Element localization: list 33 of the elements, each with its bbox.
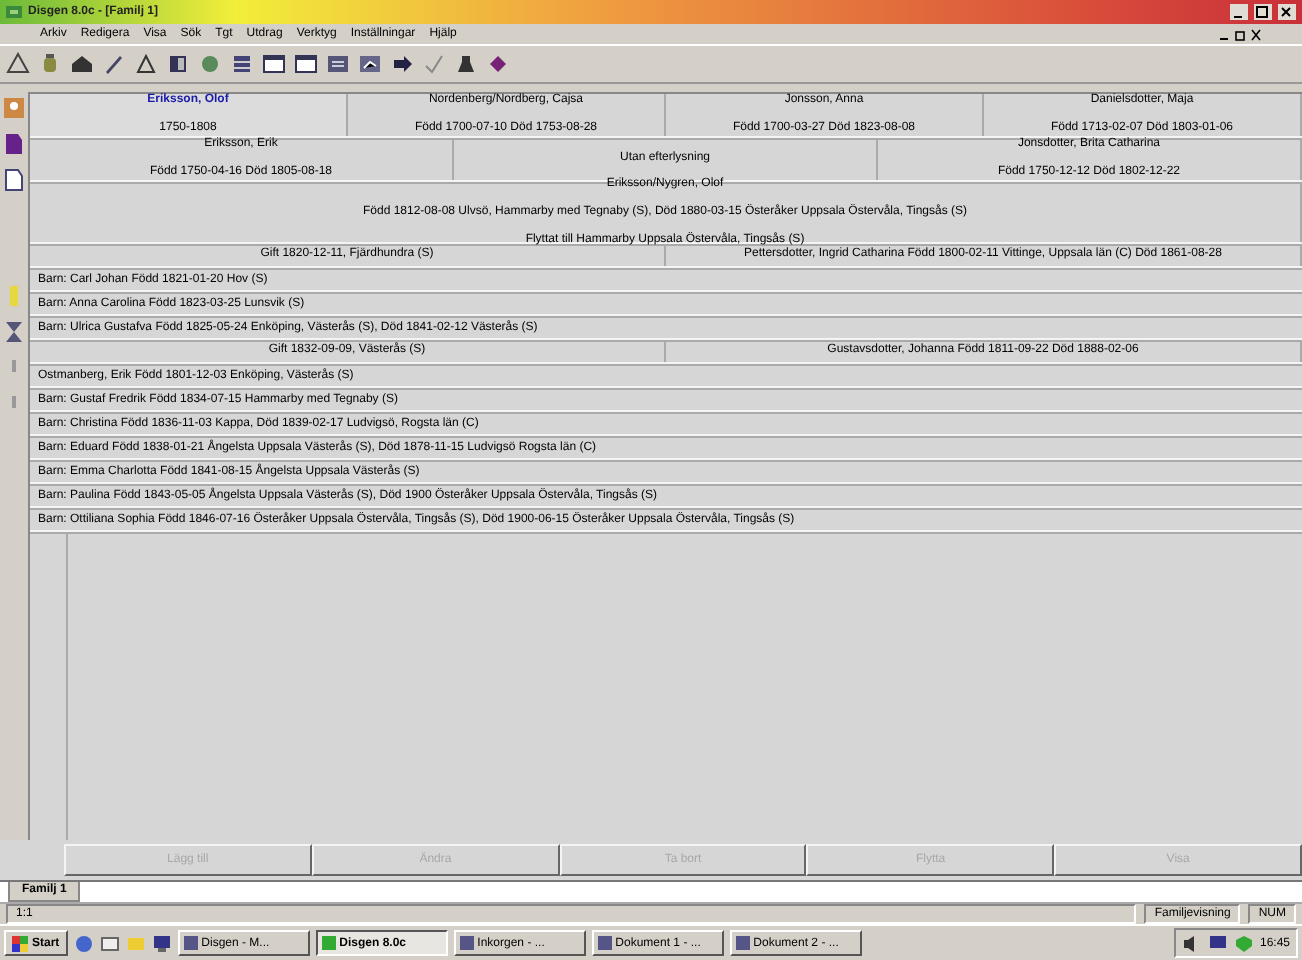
document-icon[interactable] bbox=[2, 132, 26, 156]
page-icon[interactable] bbox=[2, 168, 26, 192]
window-icon bbox=[735, 936, 750, 950]
person-icon[interactable] bbox=[2, 96, 26, 120]
arrow-icon[interactable] bbox=[390, 52, 414, 76]
triangle-icon[interactable] bbox=[134, 52, 158, 76]
monitor-icon[interactable] bbox=[151, 933, 172, 953]
window-icon bbox=[321, 936, 336, 950]
jar-icon[interactable] bbox=[38, 52, 62, 76]
house-icon[interactable] bbox=[70, 52, 94, 76]
minimize-icon[interactable] bbox=[1230, 4, 1248, 20]
window-icon bbox=[459, 936, 474, 950]
app-icon bbox=[6, 4, 22, 20]
triangle-icon[interactable] bbox=[6, 52, 30, 76]
window-icon[interactable] bbox=[262, 52, 286, 76]
window-icon bbox=[597, 936, 612, 950]
window-icon bbox=[183, 936, 198, 950]
envelope-icon[interactable] bbox=[99, 933, 120, 953]
window-icon[interactable] bbox=[294, 52, 318, 76]
grid-icon[interactable] bbox=[230, 52, 254, 76]
check-icon[interactable] bbox=[422, 52, 446, 76]
windows-logo-icon bbox=[12, 935, 28, 951]
pencil-icon[interactable] bbox=[102, 52, 126, 76]
close-icon[interactable] bbox=[1250, 27, 1262, 41]
close-icon[interactable] bbox=[1278, 4, 1296, 20]
puzzle-icon[interactable] bbox=[486, 52, 510, 76]
maximize-icon[interactable] bbox=[1254, 4, 1272, 20]
chart-icon[interactable] bbox=[358, 52, 382, 76]
restore-icon[interactable] bbox=[1234, 27, 1246, 41]
flask-icon[interactable] bbox=[454, 52, 478, 76]
monitor-icon[interactable] bbox=[1207, 933, 1228, 953]
book-icon[interactable] bbox=[166, 52, 190, 76]
hourglass-icon[interactable] bbox=[2, 320, 26, 344]
